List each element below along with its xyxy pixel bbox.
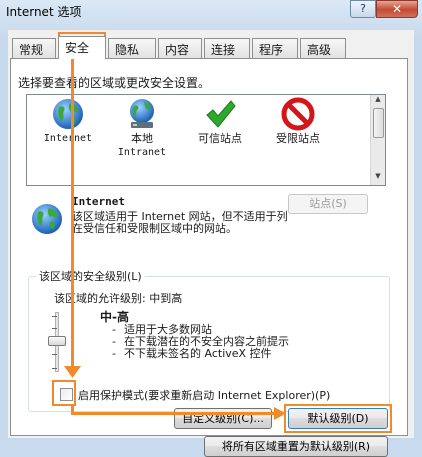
zone-label: 受限站点 [276, 132, 320, 145]
zone-trusted-sites[interactable]: 可信站点 [185, 97, 255, 145]
checkmark-icon [206, 100, 236, 128]
scroll-up-icon[interactable]: ▲ [373, 95, 383, 107]
help-button[interactable]: ? [350, 0, 376, 18]
zone-sublabel: Intranet [117, 147, 167, 158]
security-level-bullets: - 适用于大多数网站 - 在下载潜在的不安全内容之前提示 - 不下载未签名的 Acti… [112, 324, 289, 360]
zone-prompt: 选择要查看的区域或更改安全设置。 [18, 76, 211, 90]
scroll-thumb[interactable] [373, 108, 384, 138]
internet-options-window: Internet 选项 ? ✕ 常规 安全 隐私 内容 连接 程序 高级 选择要… [0, 0, 422, 457]
allowed-level-text: 该区域的允许级别: 中到高 [54, 292, 183, 305]
tab-connections[interactable]: 连接 [204, 38, 250, 58]
dialog-body: 常规 安全 隐私 内容 连接 程序 高级 选择要查看的区域或更改安全设置。 In… [8, 30, 414, 457]
zone-list[interactable]: Internet 本地 Intranet 可信站点 受限站点 ▲ ▼ [26, 94, 386, 186]
zone-label: 本地 [131, 132, 153, 145]
tab-general[interactable]: 常规 [12, 38, 56, 58]
tab-privacy[interactable]: 隐私 [108, 38, 156, 58]
slider-tick [52, 316, 57, 317]
tab-security[interactable]: 安全 [58, 36, 106, 59]
zone-local-intranet[interactable]: 本地 Intranet [107, 97, 177, 159]
restricted-icon [281, 97, 315, 131]
title-bar[interactable]: Internet 选项 ? ✕ [0, 0, 422, 26]
zone-description: 该区域适用于 Internet 网站，但不适用于列在受信任和受限制区域中的网站。 [72, 210, 288, 235]
sites-button[interactable]: 站点(S) [288, 194, 368, 214]
zone-list-scrollbar[interactable]: ▲ ▼ [370, 95, 385, 185]
reset-all-zones-button[interactable]: 将所有区域重置为默认级别(R) [204, 436, 388, 457]
security-slider-thumb[interactable] [48, 336, 66, 346]
zone-internet[interactable]: Internet [33, 97, 103, 145]
scroll-down-icon[interactable]: ▼ [373, 172, 383, 184]
arrow-right-icon [274, 407, 286, 420]
security-level-legend: 该区域的安全级别(L) [36, 268, 145, 284]
intranet-icon [130, 99, 154, 128]
tab-programs[interactable]: 程序 [252, 38, 298, 58]
tab-advanced[interactable]: 高级 [300, 38, 346, 58]
selected-zone-globe-icon [32, 204, 62, 234]
zone-label: Internet [43, 133, 93, 144]
window-title: Internet 选项 [6, 5, 82, 19]
protected-mode-checkbox[interactable] [60, 388, 73, 401]
default-level-button[interactable]: 默认级别(D) [288, 408, 388, 429]
close-button[interactable]: ✕ [376, 0, 418, 18]
tab-content[interactable]: 内容 [158, 38, 202, 58]
list-item: - 不下载未签名的 ActiveX 控件 [112, 347, 272, 360]
slider-tick [52, 368, 57, 369]
globe-icon [53, 99, 83, 129]
zone-label: 可信站点 [198, 132, 242, 145]
arrow-down-icon [64, 366, 81, 378]
custom-level-button[interactable]: 自定义级别(C)... [174, 408, 272, 429]
slider-tick [52, 328, 57, 329]
zone-restricted-sites[interactable]: 受限站点 [263, 97, 333, 145]
selected-zone-name: Internet [72, 195, 125, 208]
protected-mode-label[interactable]: 启用保护模式(要求重新启动 Internet Explorer)(P) [78, 387, 330, 403]
slider-tick [52, 354, 57, 355]
